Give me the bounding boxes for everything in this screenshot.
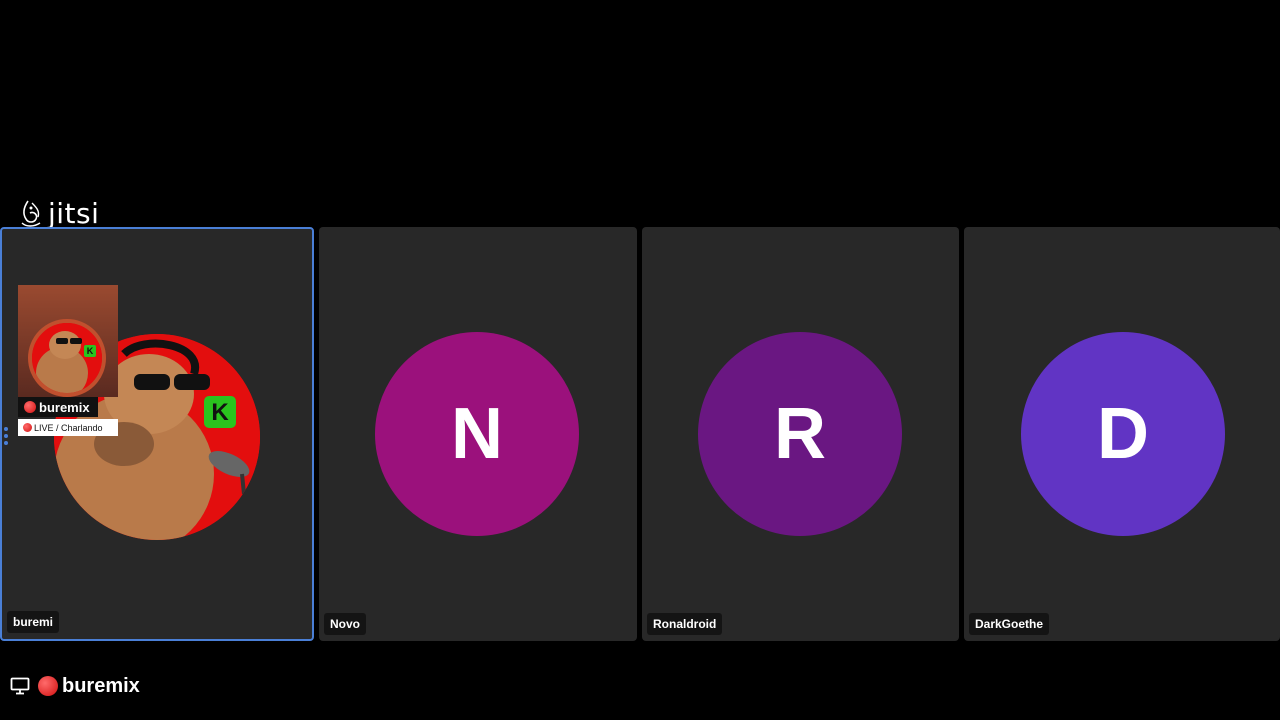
pip-title: buremix (18, 397, 98, 417)
participant-avatar: R (698, 332, 902, 536)
pip-title-text: buremix (39, 399, 90, 415)
participant-name: Ronaldroid (647, 613, 723, 635)
jitsi-logo-icon (21, 200, 41, 227)
participant-grid: K K buremix LIVE / Charlando buremi N No… (0, 227, 1280, 641)
participant-name: DarkGoethe (969, 613, 1050, 635)
participant-avatar: D (1021, 332, 1225, 536)
avatar-initial: N (451, 394, 503, 474)
participant-tile-buremi[interactable]: K K buremix LIVE / Charlando buremi (0, 227, 314, 641)
pip-overlay: K buremix LIVE / Charlando (18, 285, 118, 437)
jitsi-wordmark: jitsi (48, 196, 100, 230)
screen-share-icon (10, 677, 30, 695)
pip-subtitle: LIVE / Charlando (18, 419, 118, 436)
avatar-initial: R (774, 394, 826, 474)
svg-text:K: K (87, 346, 94, 356)
svg-text:K: K (211, 399, 229, 426)
participant-tile-darkgoethe[interactable]: D DarkGoethe (964, 227, 1280, 641)
participant-name: Novo (324, 613, 366, 635)
participant-name: buremi (7, 611, 60, 633)
jitsi-logo: jitsi (18, 196, 99, 230)
pip-subtitle-text: LIVE / Charlando (34, 422, 103, 433)
screen-share-indicator: buremix (10, 674, 140, 698)
participant-tile-novo[interactable]: N Novo (319, 227, 637, 641)
participant-avatar: N (375, 332, 579, 536)
avatar-initial: D (1097, 394, 1149, 474)
more-options-icon[interactable] (4, 427, 8, 445)
live-dot-icon (24, 401, 36, 413)
pip-avatar: K (28, 319, 106, 397)
live-dot-icon (38, 676, 58, 696)
screen-share-label: buremix (38, 675, 140, 698)
participant-tile-ronaldroid[interactable]: R Ronaldroid (642, 227, 959, 641)
live-dot-icon (23, 423, 32, 432)
screen-share-name: buremix (62, 674, 140, 697)
